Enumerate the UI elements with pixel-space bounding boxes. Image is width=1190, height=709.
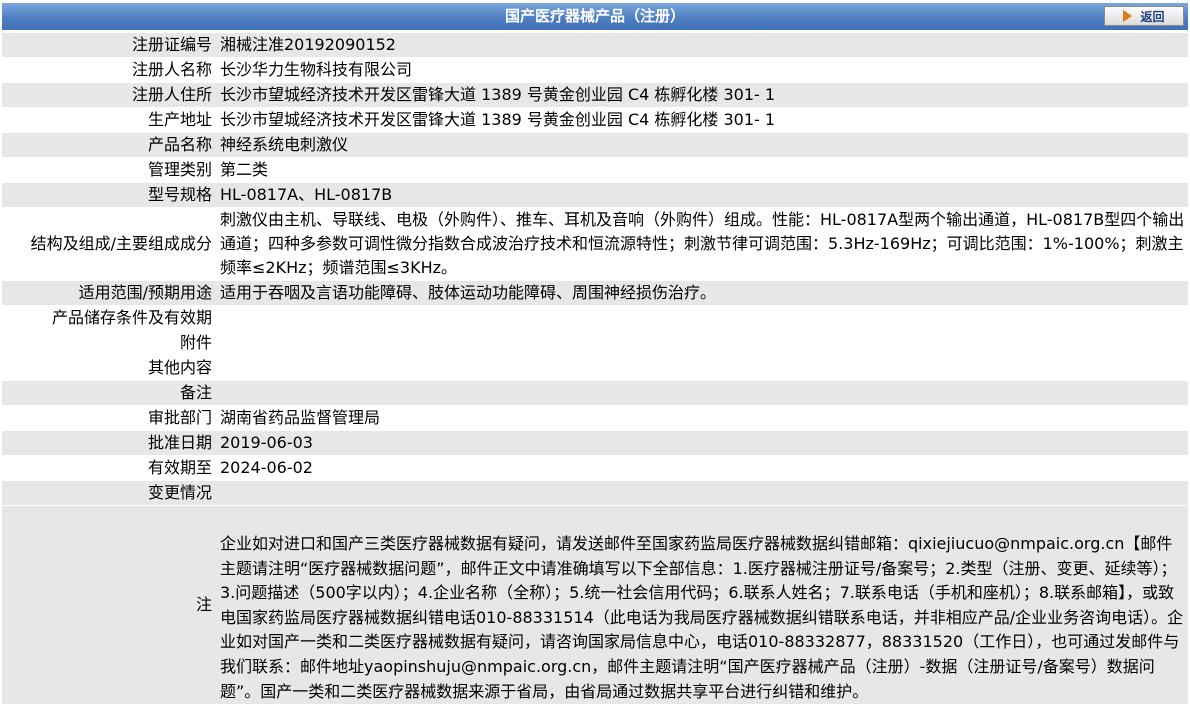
note-label: 注 xyxy=(2,506,216,705)
field-label: 注册证编号 xyxy=(2,33,216,57)
field-value: 2024-06-02 xyxy=(216,456,1188,480)
table-row: 管理类别 第二类 xyxy=(2,158,1188,182)
table-row: 注册人名称 长沙华力生物科技有限公司 xyxy=(2,58,1188,82)
back-button-label: 返回 xyxy=(1140,9,1165,24)
field-value: 适用于吞咽及言语功能障碍、肢体运动功能障碍、周围神经损伤治疗。 xyxy=(216,281,1188,305)
page-title: 国产医疗器械产品（注册） xyxy=(504,7,685,25)
note-text: 企业如对进口和国产三类医疗器械数据有疑问，请发送邮件至国家药监局医疗器械数据纠错… xyxy=(216,506,1188,705)
field-label: 附件 xyxy=(2,331,216,355)
field-value: 长沙华力生物科技有限公司 xyxy=(216,58,1188,82)
field-value xyxy=(216,481,1188,505)
table-row: 其他内容 xyxy=(2,356,1188,380)
page: 国产医疗器械产品（注册） 返回 注册证编号 湘械注准20192090152 注册人… xyxy=(0,0,1190,709)
field-label: 产品名称 xyxy=(2,133,216,157)
field-value xyxy=(216,331,1188,355)
arrow-right-icon xyxy=(1123,10,1133,22)
field-value xyxy=(216,381,1188,405)
table-row: 产品名称 神经系统电刺激仪 xyxy=(2,133,1188,157)
field-value xyxy=(216,306,1188,330)
field-label: 生产地址 xyxy=(2,108,216,132)
table-row: 型号规格 HL-0817A、HL-0817B xyxy=(2,183,1188,207)
field-value: 刺激仪由主机、导联线、电极（外购件）、推车、耳机及音响（外购件）组成。性能：HL… xyxy=(216,208,1188,280)
field-label: 批准日期 xyxy=(2,431,216,455)
field-value: 神经系统电刺激仪 xyxy=(216,133,1188,157)
field-label: 审批部门 xyxy=(2,406,216,430)
field-label: 适用范围/预期用途 xyxy=(2,281,216,305)
field-label: 管理类别 xyxy=(2,158,216,182)
field-label: 结构及组成/主要组成成分 xyxy=(2,208,216,280)
table-row: 结构及组成/主要组成成分 刺激仪由主机、导联线、电极（外购件）、推车、耳机及音响（… xyxy=(2,208,1188,280)
table-row: 注册人住所 长沙市望城经济技术开发区雷锋大道 1389 号黄金创业园 C4 栋孵化… xyxy=(2,83,1188,107)
field-value: 长沙市望城经济技术开发区雷锋大道 1389 号黄金创业园 C4 栋孵化楼 301… xyxy=(216,108,1188,132)
title-bar: 国产医疗器械产品（注册） 返回 xyxy=(2,3,1188,30)
field-value: 湖南省药品监督管理局 xyxy=(216,406,1188,430)
field-value: HL-0817A、HL-0817B xyxy=(216,183,1188,207)
field-value: 湘械注准20192090152 xyxy=(216,33,1188,57)
field-value: 第二类 xyxy=(216,158,1188,182)
table-row: 注册证编号 湘械注准20192090152 xyxy=(2,33,1188,57)
note-row: 注企业如对进口和国产三类医疗器械数据有疑问，请发送邮件至国家药监局医疗器械数据纠… xyxy=(2,506,1188,705)
field-label: 产品储存条件及有效期 xyxy=(2,306,216,330)
back-button[interactable]: 返回 xyxy=(1104,6,1184,26)
table-row: 备注 xyxy=(2,381,1188,405)
table-row: 生产地址 长沙市望城经济技术开发区雷锋大道 1389 号黄金创业园 C4 栋孵化楼… xyxy=(2,108,1188,132)
table-row: 产品储存条件及有效期 xyxy=(2,306,1188,330)
field-label: 注册人住所 xyxy=(2,83,216,107)
detail-table: 注册证编号 湘械注准20192090152 注册人名称 长沙华力生物科技有限公司 注… xyxy=(2,32,1188,705)
field-value: 长沙市望城经济技术开发区雷锋大道 1389 号黄金创业园 C4 栋孵化楼 301… xyxy=(216,83,1188,107)
field-label: 备注 xyxy=(2,381,216,405)
table-row: 变更情况 xyxy=(2,481,1188,505)
table-row: 审批部门 湖南省药品监督管理局 xyxy=(2,406,1188,430)
table-row: 有效期至 2024-06-02 xyxy=(2,456,1188,480)
field-label: 有效期至 xyxy=(2,456,216,480)
field-value: 2019-06-03 xyxy=(216,431,1188,455)
table-row: 批准日期 2019-06-03 xyxy=(2,431,1188,455)
field-value xyxy=(216,356,1188,380)
table-row: 适用范围/预期用途 适用于吞咽及言语功能障碍、肢体运动功能障碍、周围神经损伤治疗。 xyxy=(2,281,1188,305)
table-row: 附件 xyxy=(2,331,1188,355)
field-label: 型号规格 xyxy=(2,183,216,207)
field-label: 注册人名称 xyxy=(2,58,216,82)
field-label: 其他内容 xyxy=(2,356,216,380)
field-label: 变更情况 xyxy=(2,481,216,505)
